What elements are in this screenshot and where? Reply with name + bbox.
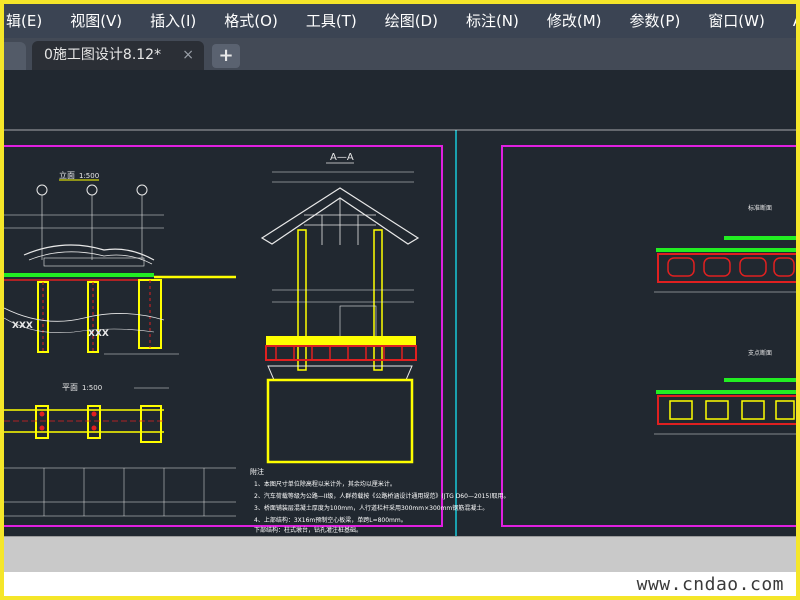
bottom-strip: www.cndao.com [4, 572, 796, 596]
menu-insert[interactable]: 插入(I) [136, 4, 210, 38]
elevation-title: 立面 [59, 170, 75, 180]
section-title: A—A [330, 152, 354, 163]
general-notes: 附注 1、本图尺寸单位除高程以米计外，其余均以厘米计。 2、汽车荷载等级为公路—… [250, 467, 510, 534]
menu-dimension[interactable]: 标注(N) [452, 4, 533, 38]
menu-parameters[interactable]: 参数(P) [616, 4, 695, 38]
cad-drawing: 立面 1:500 XXX XXX 平面 1:500 A—A 附注 1、本图尺寸单… [4, 129, 796, 536]
menu-edit[interactable]: 辑(E) [4, 4, 56, 38]
note-4: 4、上部结构：3X16m预制空心板梁，单跨L=800mm。 [254, 516, 407, 524]
data-table [4, 467, 236, 517]
tab-label: 0施工图设计8.12* [44, 47, 162, 63]
bridge-elevation: 立面 1:500 XXX XXX [4, 170, 236, 389]
right-label-support: 支点断面 [748, 349, 772, 357]
note-3: 3、桥面铺装层混凝土厚度为100mm，人行道栏杆采用300mm×300mm钢筋混… [254, 504, 488, 512]
svg-text:XXX: XXX [12, 321, 33, 331]
elevation-scale: 1:500 [79, 172, 99, 180]
watermark: www.cndao.com [636, 574, 784, 595]
bridge-plan: 平面 1:500 [4, 383, 164, 443]
menu-format[interactable]: 格式(O) [210, 4, 292, 38]
menu-acrobat[interactable]: Acro [779, 4, 796, 38]
note-1: 1、本图尺寸单位除高程以米计外，其余均以厘米计。 [254, 480, 396, 488]
menu-view[interactable]: 视图(V) [56, 4, 136, 38]
window-frame: 辑(E) 视图(V) 插入(I) 格式(O) 工具(T) 绘图(D) 标注(N)… [0, 0, 800, 600]
sheet-frame-right [501, 145, 796, 527]
girder-section-standard: 标准断面 [654, 204, 796, 293]
menu-modify[interactable]: 修改(M) [533, 4, 616, 38]
note-2: 2、汽车荷载等级为公路—II级，人群荷载按《公路桥涵设计通用规范》(JTG D6… [254, 492, 510, 500]
menu-window[interactable]: 窗口(W) [694, 4, 779, 38]
plan-scale: 1:500 [82, 384, 102, 392]
menu-tools[interactable]: 工具(T) [292, 4, 371, 38]
menu-bar: 辑(E) 视图(V) 插入(I) 格式(O) 工具(T) 绘图(D) 标注(N)… [4, 4, 796, 38]
note-5: 下部结构：柱式墩台，钻孔灌注桩基础。 [254, 526, 362, 534]
section-a-a: A—A [260, 152, 420, 464]
drawing-canvas[interactable]: 立面 1:500 XXX XXX 平面 1:500 A—A 附注 1、本图尺寸单… [4, 70, 796, 536]
close-icon[interactable]: × [182, 41, 194, 70]
right-label-standard: 标准断面 [748, 204, 772, 212]
menu-draw[interactable]: 绘图(D) [371, 4, 452, 38]
plan-title: 平面 [62, 383, 78, 392]
status-bar [4, 536, 796, 572]
girder-section-support: 支点断面 [654, 349, 796, 435]
new-tab-button[interactable]: + [212, 44, 240, 68]
previous-tab[interactable] [4, 42, 26, 70]
document-tab-strip: 0施工图设计8.12* × + [4, 38, 796, 70]
tab-active-drawing[interactable]: 0施工图设计8.12* × [32, 41, 204, 70]
svg-text:XXX: XXX [88, 329, 109, 339]
notes-heading: 附注 [250, 467, 264, 476]
